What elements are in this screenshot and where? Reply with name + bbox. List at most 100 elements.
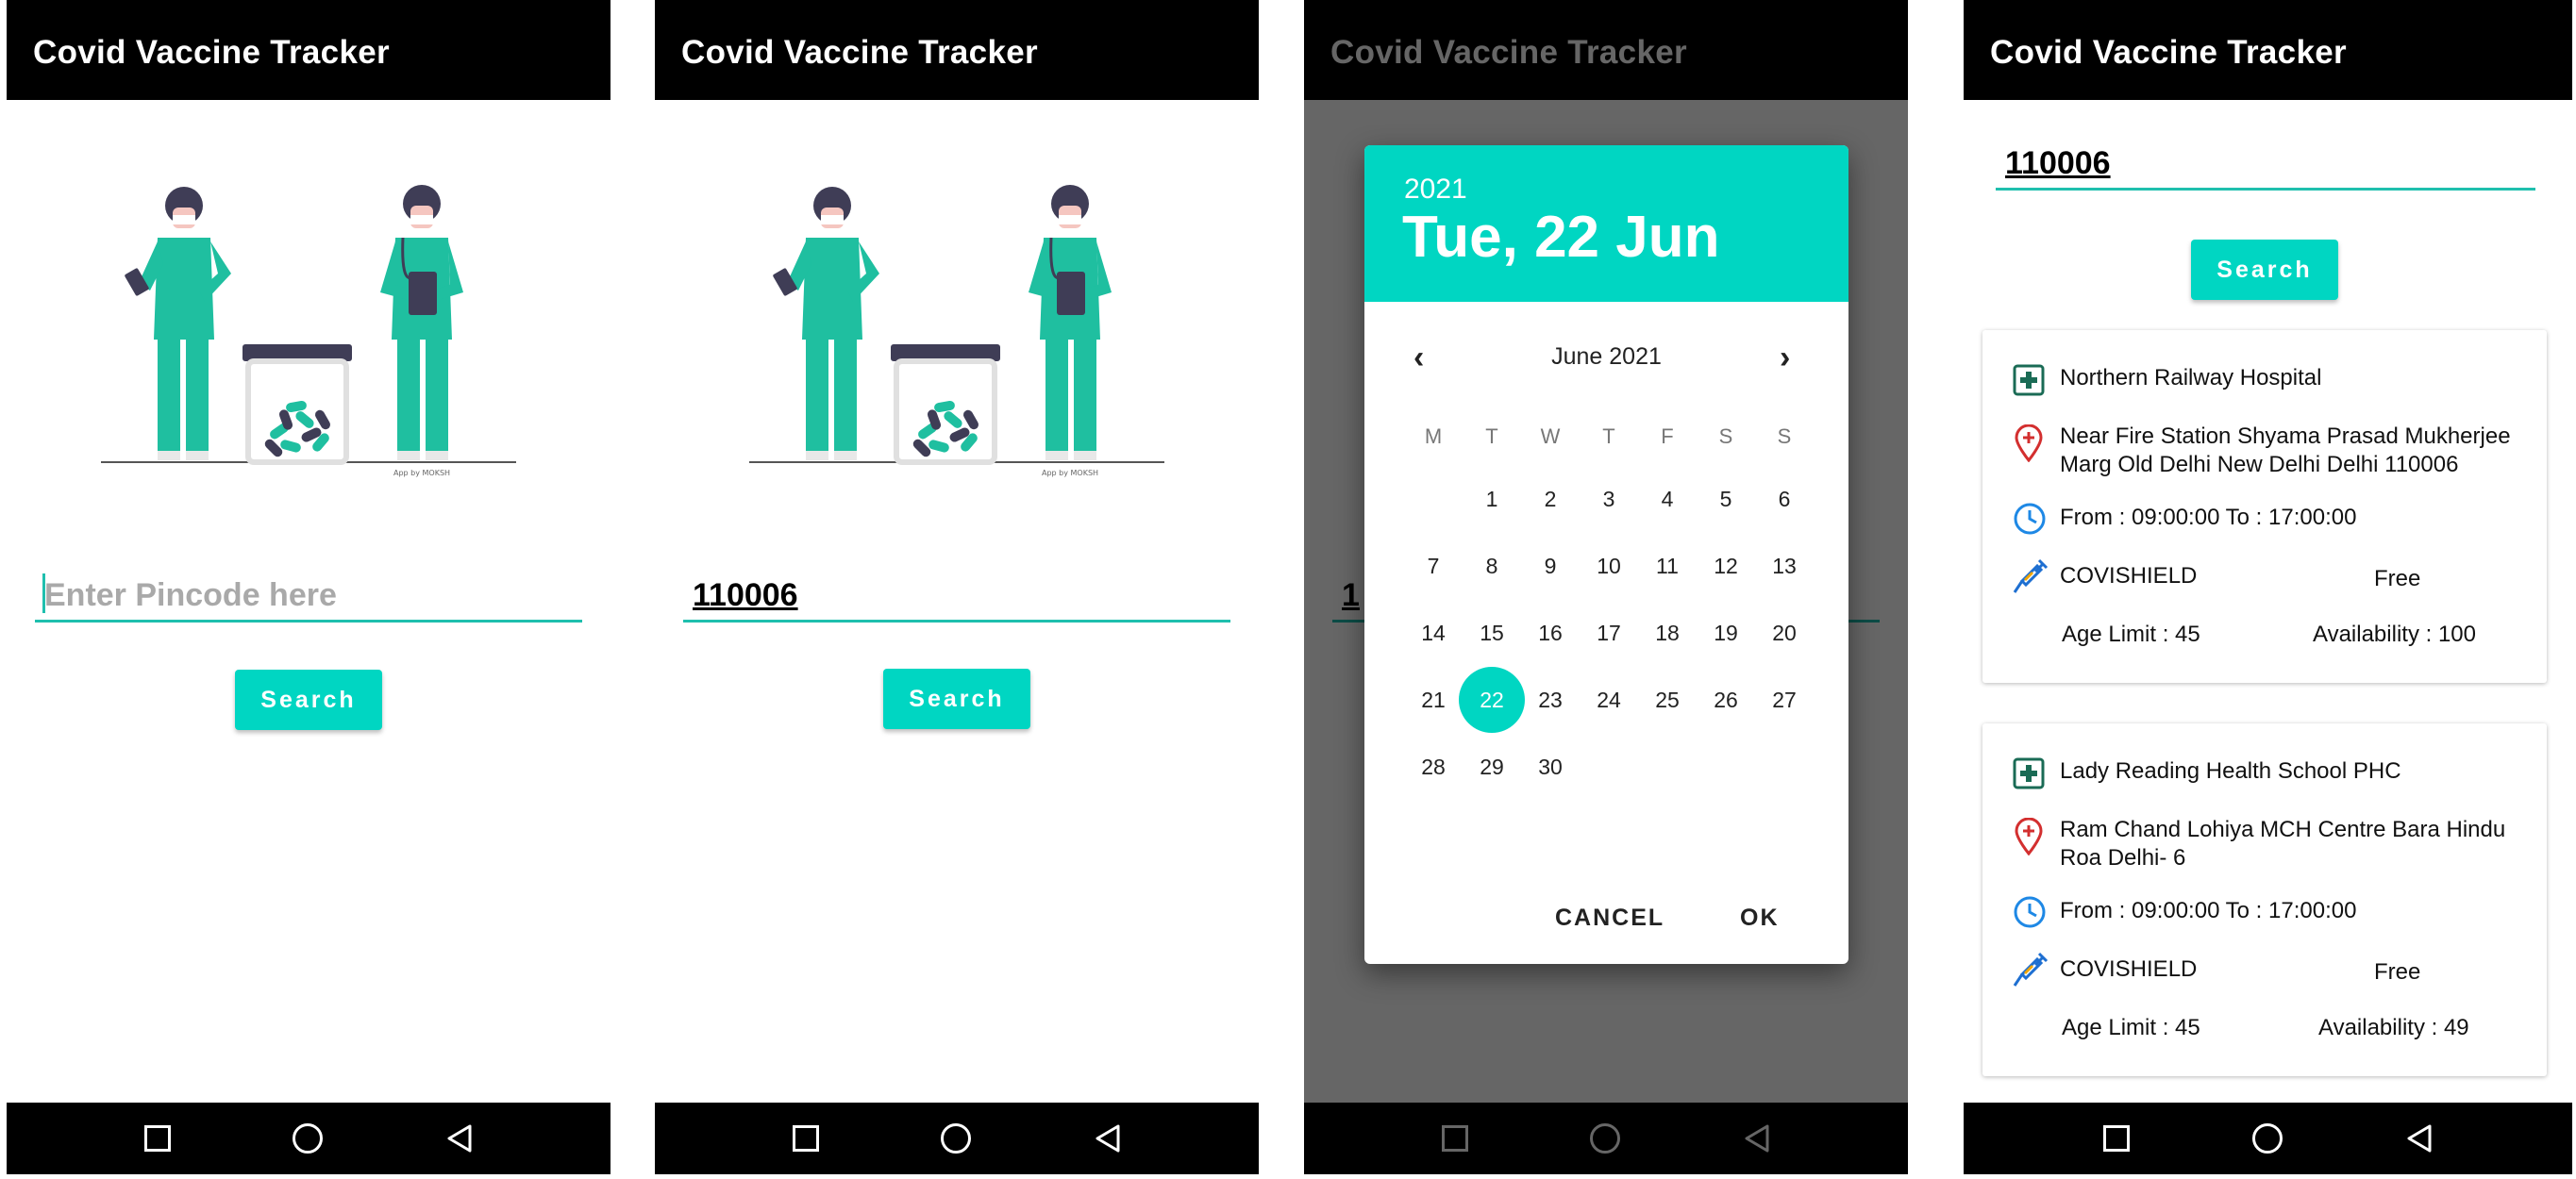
vaccine-name: COVISHIELD	[2060, 563, 2198, 589]
clock-icon	[2014, 896, 2046, 928]
triangle-back-icon[interactable]	[2406, 1123, 2433, 1154]
clock-icon	[2014, 503, 2046, 535]
fee-type: Free	[2374, 959, 2421, 985]
availability: Availability : 49	[2318, 1015, 2469, 1040]
age-limit: Age Limit : 45	[2062, 1015, 2200, 1040]
date-picker-header: 2021 Tue, 22 Jun	[1364, 145, 1848, 302]
calendar-day[interactable]: 1	[1459, 466, 1525, 532]
illustration-credit: App by MOKSH	[1042, 469, 1098, 477]
search-button[interactable]: Search	[235, 670, 382, 730]
calendar-day[interactable]: 12	[1693, 533, 1759, 599]
syringe-icon	[2013, 558, 2049, 593]
doctors-illustration: App by MOKSH	[101, 179, 516, 481]
calendar-day[interactable]: 9	[1517, 533, 1583, 599]
weekday-header: F	[1661, 424, 1674, 448]
fee-type: Free	[2374, 566, 2421, 591]
square-icon[interactable]	[793, 1125, 819, 1152]
availability: Availability : 100	[2313, 622, 2476, 647]
calendar-day[interactable]: 15	[1459, 600, 1525, 666]
ok-button[interactable]: OK	[1740, 905, 1780, 932]
system-nav-bar	[1964, 1103, 2572, 1174]
year-label[interactable]: 2021	[1404, 174, 1467, 206]
calendar-day[interactable]: 13	[1751, 533, 1817, 599]
pincode-input[interactable]: Enter Pincode here	[35, 566, 582, 623]
center-timing: From : 09:00:00 To : 17:00:00	[2060, 505, 2357, 530]
calendar-day[interactable]: 17	[1576, 600, 1642, 666]
calendar-day[interactable]: 21	[1400, 667, 1466, 733]
center-card[interactable]: Lady Reading Health School PHC Ram Chand…	[1982, 723, 2547, 1076]
calendar-day[interactable]: 4	[1634, 466, 1700, 532]
age-limit: Age Limit : 45	[2062, 622, 2200, 647]
calendar-day[interactable]: 3	[1576, 466, 1642, 532]
calendar-day[interactable]: 29	[1459, 734, 1525, 800]
location-pin-icon	[2015, 424, 2043, 462]
center-card[interactable]: Northern Railway Hospital Near Fire Stat…	[1982, 330, 2547, 683]
hospital-plus-icon	[2013, 757, 2045, 789]
search-button[interactable]: Search	[883, 669, 1030, 729]
calendar-day[interactable]: 25	[1634, 667, 1700, 733]
vaccine-name: COVISHIELD	[2060, 956, 2198, 982]
calendar-day[interactable]: 23	[1517, 667, 1583, 733]
square-icon[interactable]	[2103, 1125, 2130, 1152]
square-icon[interactable]	[144, 1125, 171, 1152]
center-timing: From : 09:00:00 To : 17:00:00	[2060, 898, 2357, 923]
calendar-day[interactable]: 19	[1693, 600, 1759, 666]
circle-icon[interactable]	[2252, 1123, 2283, 1154]
calendar-day[interactable]: 11	[1634, 533, 1700, 599]
weekday-header: M	[1424, 424, 1443, 448]
circle-icon[interactable]	[941, 1123, 971, 1154]
app-bar: Covid Vaccine Tracker	[1964, 0, 2572, 100]
calendar-day[interactable]: 18	[1634, 600, 1700, 666]
app-title: Covid Vaccine Tracker	[681, 34, 1038, 71]
weekday-header: T	[1602, 424, 1615, 448]
calendar-day[interactable]: 5	[1693, 466, 1759, 532]
app-bar: Covid Vaccine Tracker	[655, 0, 1259, 100]
pincode-input[interactable]: 110006	[1996, 136, 2535, 191]
weekday-header: T	[1485, 424, 1498, 448]
pincode-value: 110006	[693, 577, 798, 613]
calendar-day[interactable]: 27	[1751, 667, 1817, 733]
calendar-day[interactable]: 10	[1576, 533, 1642, 599]
calendar-day[interactable]: 6	[1751, 466, 1817, 532]
month-label: June 2021	[1551, 343, 1662, 370]
calendar-day[interactable]: 2	[1517, 466, 1583, 532]
date-picker-dialog: 2021 Tue, 22 Jun ‹ June 2021 › MTWTFSS 1…	[1364, 145, 1848, 964]
calendar-day[interactable]: 24	[1576, 667, 1642, 733]
selected-date: Tue, 22 Jun	[1402, 205, 1720, 270]
triangle-back-icon[interactable]	[446, 1123, 473, 1154]
weekday-header: W	[1540, 424, 1561, 448]
screen-pincode-empty: Covid Vaccine Tracker App by MOKSH Enter…	[7, 0, 611, 1174]
pincode-value: 110006	[2005, 145, 2111, 181]
screen-pincode-filled: Covid Vaccine Tracker App by MOKSH 11000…	[655, 0, 1259, 1174]
location-pin-icon	[2015, 818, 2043, 855]
syringe-icon	[2013, 952, 2049, 987]
cancel-button[interactable]: CANCEL	[1555, 905, 1664, 932]
circle-icon[interactable]	[293, 1123, 323, 1154]
app-title: Covid Vaccine Tracker	[33, 34, 390, 71]
calendar-day[interactable]: 28	[1400, 734, 1466, 800]
hospital-plus-icon	[2013, 364, 2045, 396]
center-address: Ram Chand Lohiya MCH Centre Bara Hindu R…	[2060, 817, 2506, 871]
calendar-day[interactable]: 8	[1459, 533, 1525, 599]
calendar-day-selected[interactable]: 22	[1459, 667, 1525, 733]
illustration-credit: App by MOKSH	[393, 469, 450, 477]
screen-date-picker: Covid Vaccine Tracker 1 2021 Tue, 22 Jun…	[1304, 0, 1908, 1174]
center-name: Northern Railway Hospital	[2060, 365, 2322, 390]
search-button[interactable]: Search	[2191, 240, 2338, 300]
system-nav-bar	[655, 1103, 1259, 1174]
calendar-day[interactable]: 30	[1517, 734, 1583, 800]
weekday-header: S	[1718, 424, 1733, 448]
doctors-illustration: App by MOKSH	[749, 179, 1164, 481]
center-address: Near Fire Station Shyama Prasad Mukherje…	[2060, 423, 2511, 477]
calendar-day[interactable]: 16	[1517, 600, 1583, 666]
calendar-day[interactable]: 20	[1751, 600, 1817, 666]
calendar-day[interactable]: 14	[1400, 600, 1466, 666]
app-title: Covid Vaccine Tracker	[1990, 34, 2347, 71]
system-nav-bar	[7, 1103, 611, 1174]
app-bar: Covid Vaccine Tracker	[7, 0, 611, 100]
triangle-back-icon[interactable]	[1095, 1123, 1121, 1154]
chevron-right-icon[interactable]: ›	[1780, 340, 1790, 376]
calendar-day[interactable]: 26	[1693, 667, 1759, 733]
pincode-input[interactable]: 110006	[683, 566, 1230, 623]
calendar-day[interactable]: 7	[1400, 533, 1466, 599]
